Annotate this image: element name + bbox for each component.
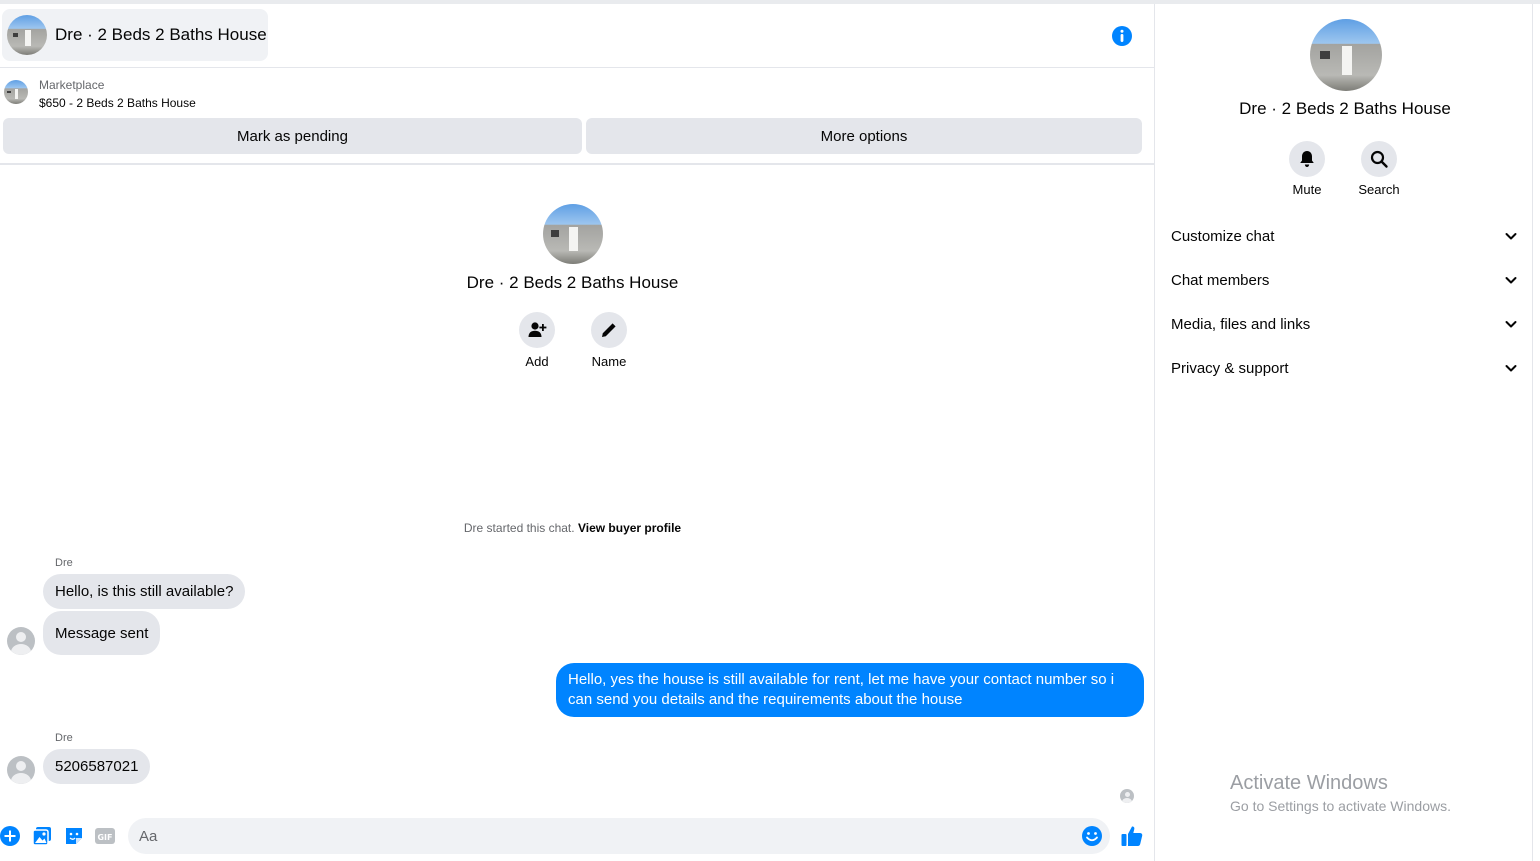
section-label: Customize chat [1171,227,1275,245]
incoming-message-bubble[interactable]: 5206587021 [43,749,151,784]
chat-members-section[interactable]: Chat members [1171,260,1519,300]
incoming-message-bubble[interactable]: Message sent [43,611,161,655]
mute-label: Mute [1292,182,1322,197]
photo-icon[interactable] [31,825,53,847]
windows-activation-watermark: Activate Windows Go to Settings to activ… [1230,772,1451,814]
conversation-panel: Dre · 2 Beds 2 Baths House Marketplace $… [0,4,1155,861]
customize-chat-section[interactable]: Customize chat [1171,216,1519,256]
add-person-icon [528,322,547,337]
emoji-icon[interactable] [1081,825,1103,847]
listing-source: Marketplace [39,78,105,92]
privacy-support-section[interactable]: Privacy & support [1171,348,1519,388]
thumbs-up-icon[interactable] [1120,824,1144,848]
house-photo-icon [7,15,47,55]
section-label: Privacy & support [1171,359,1289,377]
sender-name: Dre [55,732,73,744]
listing-thumbnail[interactable] [4,80,28,104]
profile-house-avatar [542,204,603,264]
section-label: Chat members [1171,271,1270,289]
conversation-header: Dre · 2 Beds 2 Baths House [0,4,1155,68]
name-label: Name [591,354,627,369]
chevron-down-icon [1505,277,1517,284]
chevron-down-icon [1505,321,1517,328]
mark-as-pending-button[interactable]: Mark as pending [3,118,582,154]
sender-name: Dre [55,557,73,569]
info-icon[interactable] [1110,24,1134,48]
add-label: Add [525,354,549,369]
search-button[interactable]: Search [1349,141,1409,197]
listing-price-title[interactable]: $650 - 2 Beds 2 Baths House [39,96,196,110]
pencil-icon [602,323,616,337]
chat-started-notice: Dre started this chat. View buyer profil… [0,521,1145,535]
incoming-message-bubble[interactable]: Hello, is this still available? [43,574,246,609]
sender-avatar[interactable] [7,627,35,655]
bell-icon [1300,151,1314,167]
conversation-info-panel: Dre · 2 Beds 2 Baths House Mute Search C… [1154,4,1540,861]
conversation-title: Dre · 2 Beds 2 Baths House [55,25,267,44]
message-input[interactable] [128,818,1110,854]
chat-started-text: Dre started this chat. [463,521,575,535]
conversation-title-button[interactable]: Dre · 2 Beds 2 Baths House [2,9,268,61]
outgoing-message-bubble[interactable]: Hello, yes the house is still available … [556,663,1144,717]
conversation-profile: Dre · 2 Beds 2 Baths House Add Name [0,204,1145,369]
media-files-links-section[interactable]: Media, files and links [1171,304,1519,344]
search-icon [1370,150,1388,168]
section-label: Media, files and links [1171,315,1311,333]
watermark-subtitle: Go to Settings to activate Windows. [1230,798,1451,814]
more-options-button[interactable]: More options [586,118,1142,154]
svg-text:GIF: GIF [97,833,112,842]
chevron-down-icon [1505,233,1517,240]
chevron-down-icon [1505,365,1517,372]
sender-avatar[interactable] [7,756,35,784]
scrollbar[interactable] [1532,4,1540,861]
sticker-icon[interactable] [63,825,85,847]
gif-icon[interactable]: GIF [94,825,116,847]
watermark-title: Activate Windows [1230,772,1388,794]
sidebar-title: Dre · 2 Beds 2 Baths House [1239,99,1451,118]
sidebar-house-avatar [1310,19,1382,91]
read-receipt-avatar [1120,789,1134,803]
profile-title: Dre · 2 Beds 2 Baths House [466,273,679,292]
plus-circle-icon[interactable] [0,825,21,847]
name-button[interactable]: Name [579,312,639,369]
marketplace-listing-bar: Marketplace $650 - 2 Beds 2 Baths House … [0,68,1155,165]
view-buyer-profile-link[interactable]: View buyer profile [578,521,681,535]
search-label: Search [1358,182,1400,197]
mute-button[interactable]: Mute [1277,141,1337,197]
add-button[interactable]: Add [507,312,567,369]
